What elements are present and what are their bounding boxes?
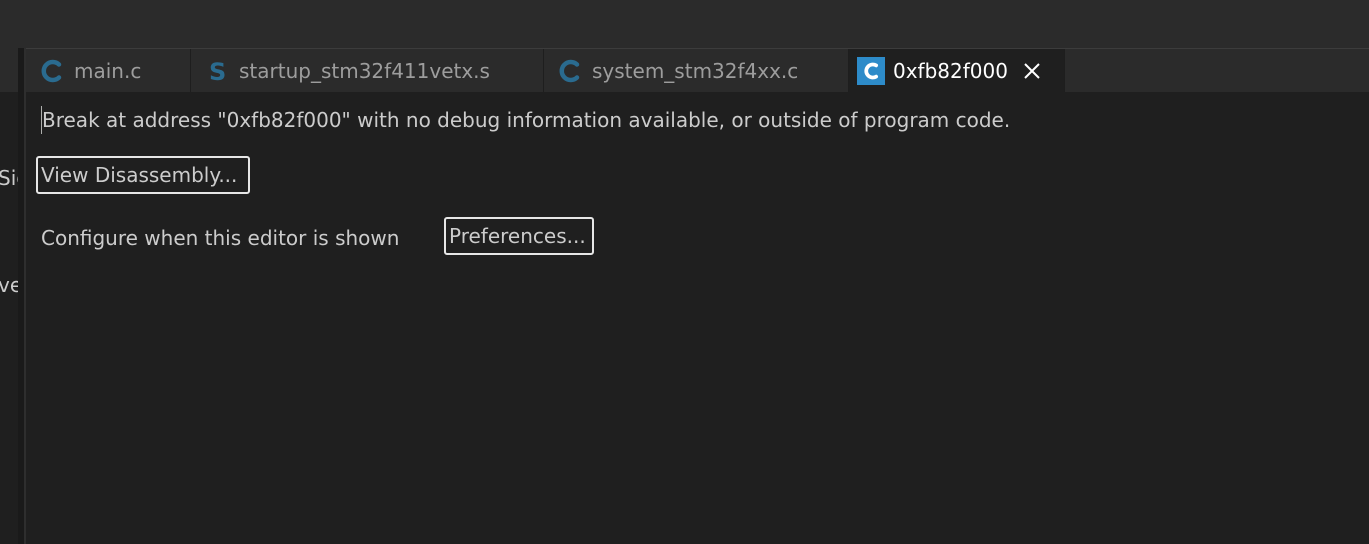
title-bar — [0, 0, 1369, 48]
editor-tab-bar: main.c S startup_stm32f411vetx.s system_… — [26, 49, 1369, 92]
tab-system-stm32f4xx-c[interactable]: system_stm32f4xx.c — [544, 49, 849, 92]
break-address-message: Break at address "0xfb82f000" with no de… — [41, 106, 1011, 134]
close-icon[interactable] — [1022, 61, 1042, 81]
c-file-icon — [556, 57, 584, 85]
tab-main-c[interactable]: main.c — [26, 49, 191, 92]
asm-file-icon: S — [203, 57, 231, 85]
sidebar-header — [0, 48, 18, 92]
sidebar-text-fragment: Sig — [0, 166, 18, 190]
c-file-icon — [857, 56, 885, 85]
configure-editor-text: Configure when this editor is shown — [41, 226, 400, 250]
disassembly-placeholder-editor: Break at address "0xfb82f000" with no de… — [26, 92, 1369, 544]
svg-text:S: S — [209, 58, 226, 84]
view-disassembly-button[interactable]: View Disassembly... — [36, 156, 250, 194]
preferences-button[interactable]: Preferences... — [444, 217, 594, 255]
tab-label: startup_stm32f411vetx.s — [239, 58, 490, 83]
tab-label: system_stm32f4xx.c — [592, 58, 799, 83]
tab-label: 0xfb82f000 — [893, 58, 1008, 83]
sidebar-text-fragment: ve — [0, 273, 18, 297]
tab-0xfb82f000[interactable]: 0xfb82f000 — [849, 49, 1065, 92]
c-file-icon — [38, 57, 66, 85]
sidebar: Sig ve — [0, 48, 18, 544]
tab-label: main.c — [74, 58, 142, 83]
tab-startup-stm32f411vetx-s[interactable]: S startup_stm32f411vetx.s — [191, 49, 544, 92]
